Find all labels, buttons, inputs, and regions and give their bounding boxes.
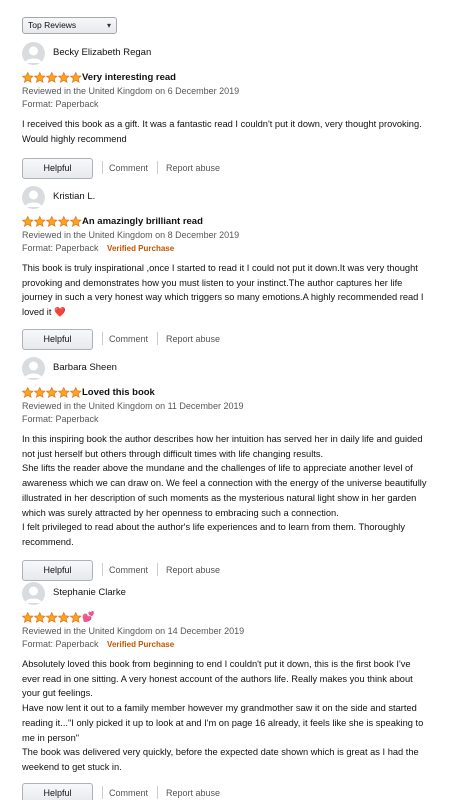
- reviewer-name[interactable]: Barbara Sheen: [53, 362, 117, 373]
- divider: [102, 331, 103, 345]
- review-body: In this inspiring book the author descri…: [22, 434, 427, 547]
- divider: [157, 785, 158, 799]
- divider: [157, 331, 158, 345]
- heart-icon: ❤️: [54, 307, 66, 318]
- review-card: Becky Elizabeth Regan Very interesting r…: [0, 42, 450, 180]
- star-icon: [70, 387, 82, 398]
- helpful-button[interactable]: Helpful: [22, 782, 93, 800]
- avatar[interactable]: [22, 582, 45, 605]
- star-icon: [58, 216, 70, 227]
- helpful-button[interactable]: Helpful: [22, 158, 93, 180]
- comment-link[interactable]: Comment: [109, 788, 148, 798]
- sort-label: Top Reviews: [28, 20, 77, 30]
- review-body: This book is truly inspirational ,once I…: [22, 261, 428, 320]
- helpful-button[interactable]: Helpful: [22, 559, 93, 581]
- review-body-text: This book is truly inspirational ,once I…: [22, 263, 424, 318]
- report-abuse-link[interactable]: Report abuse: [166, 565, 220, 575]
- star-icon: [46, 72, 58, 83]
- star-icon: [22, 612, 34, 623]
- user-icon: [25, 46, 42, 63]
- star-icon: [58, 612, 70, 623]
- report-abuse-link[interactable]: Report abuse: [166, 788, 220, 798]
- star-icon: [70, 216, 82, 227]
- reviewer-name[interactable]: Becky Elizabeth Regan: [53, 47, 151, 58]
- review-format[interactable]: Format: Paperback: [22, 639, 99, 649]
- avatar[interactable]: [22, 42, 45, 65]
- review-card: Kristian L. An amazingly brilliant read …: [0, 186, 450, 351]
- star-icon: [22, 387, 34, 398]
- verified-purchase-badge: Verified Purchase: [107, 640, 175, 649]
- report-abuse-link[interactable]: Report abuse: [166, 163, 220, 173]
- review-title[interactable]: An amazingly brilliant read: [82, 216, 203, 227]
- divider: [102, 161, 103, 175]
- report-abuse-link[interactable]: Report abuse: [166, 334, 220, 344]
- star-rating[interactable]: [22, 216, 82, 228]
- star-icon: [34, 612, 46, 623]
- review-card: Barbara Sheen Loved this book Reviewed i…: [0, 357, 450, 582]
- comment-link[interactable]: Comment: [109, 334, 148, 344]
- user-icon: [25, 361, 42, 378]
- avatar[interactable]: [22, 186, 45, 209]
- star-icon: [34, 72, 46, 83]
- star-icon: [70, 72, 82, 83]
- star-icon: [34, 216, 46, 227]
- star-rating[interactable]: [22, 612, 82, 624]
- review-body: I received this book as a gift. It was a…: [22, 119, 422, 144]
- star-rating[interactable]: [22, 72, 82, 84]
- review-title[interactable]: Loved this book: [82, 387, 155, 398]
- review-date: Reviewed in the United Kingdom on 11 Dec…: [22, 401, 244, 411]
- comment-link[interactable]: Comment: [109, 163, 148, 173]
- review-body: Absolutely loved this book from beginnin…: [22, 659, 424, 772]
- review-format[interactable]: Format: Paperback: [22, 243, 99, 253]
- star-rating[interactable]: [22, 387, 82, 399]
- star-icon: [46, 216, 58, 227]
- star-icon: [46, 612, 58, 623]
- review-date: Reviewed in the United Kingdom on 14 Dec…: [22, 626, 245, 636]
- user-icon: [25, 190, 42, 207]
- divider: [157, 161, 158, 175]
- star-icon: [58, 387, 70, 398]
- chevron-down-icon: ▾: [106, 21, 111, 30]
- star-icon: [46, 387, 58, 398]
- review-title[interactable]: Very interesting read: [82, 72, 176, 83]
- divider: [157, 562, 158, 576]
- divider: [102, 785, 103, 799]
- divider: [102, 562, 103, 576]
- avatar[interactable]: [22, 357, 45, 380]
- sort-dropdown[interactable]: Top Reviews ▾: [22, 17, 117, 34]
- reviews-page: Top Reviews ▾ Becky Elizabeth Regan Very…: [0, 0, 450, 800]
- reviewer-name[interactable]: Kristian L.: [53, 191, 95, 202]
- review-title[interactable]: 💕: [82, 612, 94, 623]
- review-format[interactable]: Format: Paperback: [22, 414, 99, 424]
- helpful-button[interactable]: Helpful: [22, 328, 93, 350]
- review-card: Stephanie Clarke 💕 Reviewed in the Unite…: [0, 582, 450, 800]
- star-icon: [70, 612, 82, 623]
- review-date: Reviewed in the United Kingdom on 6 Dece…: [22, 86, 240, 96]
- star-icon: [58, 72, 70, 83]
- review-format[interactable]: Format: Paperback: [22, 99, 99, 109]
- verified-purchase-badge: Verified Purchase: [107, 244, 175, 253]
- user-icon: [25, 586, 42, 603]
- comment-link[interactable]: Comment: [109, 565, 148, 575]
- review-date: Reviewed in the United Kingdom on 8 Dece…: [22, 230, 240, 240]
- star-icon: [22, 72, 34, 83]
- star-icon: [34, 387, 46, 398]
- reviewer-name[interactable]: Stephanie Clarke: [53, 587, 126, 598]
- star-icon: [22, 216, 34, 227]
